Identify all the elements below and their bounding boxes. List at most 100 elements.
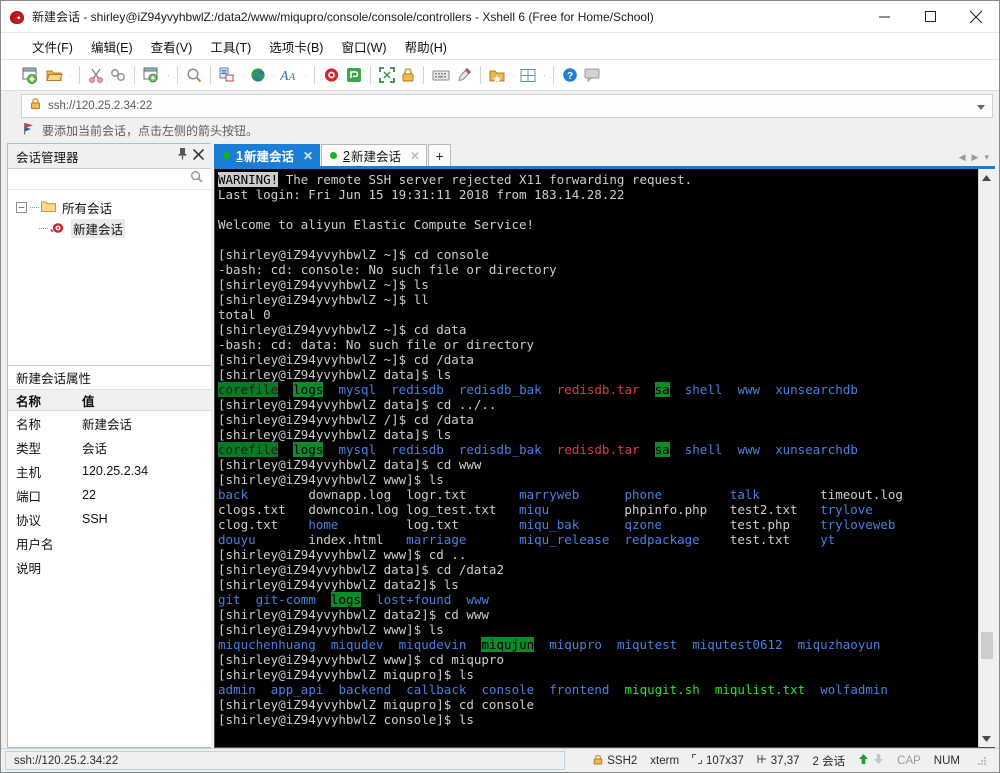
tab-close-icon[interactable]: ✕	[303, 149, 313, 163]
screen-size-icon	[691, 753, 703, 767]
terminal-segment	[361, 592, 376, 607]
keyboard-icon[interactable]	[429, 63, 453, 87]
session-search-row[interactable]	[8, 168, 211, 190]
tab-next-button[interactable]: ▶	[972, 152, 979, 163]
pin-icon[interactable]	[177, 147, 188, 165]
terminal-segment	[609, 532, 624, 547]
scrollbar-thumb[interactable]	[980, 632, 993, 660]
terminal-segment: corefile	[218, 442, 279, 457]
menu-help[interactable]: 帮助(H)	[396, 34, 456, 59]
terminal-segment: yt	[820, 532, 836, 547]
session-properties-icon[interactable]	[140, 63, 164, 87]
globe-icon[interactable]	[247, 63, 269, 87]
terminal-line: [shirley@iZ94yvyhbwlZ data2]$ cd www	[218, 607, 978, 622]
tree-node-all-sessions[interactable]: – 所有会话	[8, 197, 211, 218]
lock-icon[interactable]	[398, 63, 418, 87]
terminal-segment: redisdb_bak	[458, 442, 542, 457]
scrollbar-track[interactable]	[978, 186, 995, 730]
font-dropdown-icon[interactable]	[302, 63, 309, 87]
copy-link-icon[interactable]	[107, 63, 129, 87]
terminal-scrollbar[interactable]	[978, 169, 995, 747]
xftp-icon[interactable]	[343, 63, 365, 87]
terminal-segment	[444, 442, 459, 457]
close-button[interactable]	[953, 1, 999, 33]
chevron-down-icon[interactable]	[977, 97, 985, 115]
terminal-line: [shirley@iZ94yvyhbwlZ ~]$ cd /data	[218, 352, 978, 367]
globe-dropdown-icon[interactable]	[270, 63, 277, 87]
open-folder-icon[interactable]	[43, 63, 66, 87]
terminal-segment	[466, 682, 481, 697]
menu-tools[interactable]: 工具(T)	[201, 34, 260, 59]
terminal-segment: logs	[293, 442, 324, 457]
tab-label: 新建会话	[350, 150, 401, 164]
menu-file[interactable]: 文件(F)	[23, 34, 82, 59]
maximize-button[interactable]	[907, 1, 953, 33]
terminal-segment	[466, 487, 519, 502]
tab-prev-button[interactable]: ◀	[959, 152, 966, 163]
menu-view[interactable]: 查看(V)	[142, 34, 202, 59]
tab-session-1[interactable]: 1 新建会话 ✕	[214, 144, 321, 166]
terminal-line: miquchenhuang miqudev miqudevin miqujun …	[218, 637, 978, 652]
tab-menu-button[interactable]: ▾	[984, 152, 989, 163]
tab-close-icon[interactable]: ✕	[410, 149, 420, 163]
new-session-icon[interactable]	[19, 63, 43, 87]
properties-column-headers: 名称 值	[8, 389, 211, 411]
terminal-pane: 1 新建会话 ✕ 2 新建会话 ✕ + ◀ ▶ ▾ WARNING! The r…	[214, 143, 995, 748]
layout-dropdown-icon[interactable]	[541, 63, 548, 87]
cut-icon[interactable]	[85, 63, 107, 87]
minimize-button[interactable]	[861, 1, 907, 33]
menu-window[interactable]: 窗口(W)	[332, 34, 395, 59]
font-icon[interactable]: A A	[277, 63, 301, 87]
terminal-line: corefile logs mysql redisdb redisdb_bak …	[218, 382, 978, 397]
property-value: SSH	[82, 512, 108, 526]
session-folder-dropdown-icon[interactable]	[510, 63, 517, 87]
title-bar: 新建会话 - shirley@iZ94yvyhbwlZ:/data2/www/m…	[1, 1, 999, 33]
open-folder-dropdown-icon[interactable]	[67, 63, 74, 87]
terminal-segment: redpackage	[624, 532, 700, 547]
tree-node-new-session[interactable]: 新建会话	[8, 218, 211, 239]
layout-icon[interactable]	[517, 63, 540, 87]
help-icon[interactable]: ?	[559, 63, 581, 87]
new-tab-button[interactable]: +	[428, 144, 452, 166]
svg-text:A: A	[280, 69, 289, 83]
expander-icon[interactable]: –	[16, 202, 27, 213]
terminal-segment	[466, 532, 519, 547]
terminal-line: [shirley@iZ94yvyhbwlZ data]$ ls	[218, 427, 978, 442]
scroll-up-button[interactable]	[978, 169, 995, 186]
session-properties-dropdown-icon[interactable]	[165, 63, 172, 87]
terminal-segment: shell	[684, 442, 723, 457]
menu-edit[interactable]: 编辑(E)	[82, 34, 142, 59]
terminal-line: Last login: Fri Jun 15 19:31:11 2018 fro…	[218, 187, 978, 202]
terminal-segment: index.html	[308, 532, 384, 547]
terminal-output[interactable]: WARNING! The remote SSH server rejected …	[215, 169, 978, 747]
table-row: 说明	[8, 555, 211, 579]
transfer-file-icon[interactable]	[216, 63, 239, 87]
status-bar: ssh://120.25.2.34:22 SSH2 xterm 107x37 3…	[1, 748, 999, 772]
search-icon[interactable]	[190, 170, 203, 188]
fullscreen-icon[interactable]	[376, 63, 398, 87]
menu-tabs[interactable]: 选项卡(B)	[260, 34, 332, 59]
terminal-line: [shirley@iZ94yvyhbwlZ ~]$ ls	[218, 277, 978, 292]
terminal-segment: home	[308, 517, 339, 532]
flag-icon	[23, 122, 35, 140]
address-bar[interactable]: ssh://120.25.2.34:22	[21, 94, 993, 118]
terminal-line: [shirley@iZ94yvyhbwlZ console]$ ls	[218, 712, 978, 727]
tab-session-2[interactable]: 2 新建会话 ✕	[321, 144, 428, 166]
terminal-segment	[376, 382, 391, 397]
highlight-icon[interactable]	[453, 63, 475, 87]
table-row: 端口 22	[8, 483, 211, 507]
find-icon[interactable]	[183, 63, 205, 87]
terminal-segment: tryloveweb	[820, 517, 896, 532]
terminal-segment	[707, 502, 730, 517]
resize-grip-icon[interactable]	[977, 756, 987, 766]
close-icon[interactable]	[192, 147, 205, 165]
transfer-file-dropdown-icon[interactable]	[240, 63, 247, 87]
terminal-segment: downcoin.log	[308, 502, 399, 517]
terminal-segment: log_test.txt	[406, 502, 497, 517]
xshell-icon[interactable]	[320, 63, 343, 87]
scroll-down-button[interactable]	[978, 730, 995, 747]
terminal-segment	[376, 442, 391, 457]
terminal-segment: Welcome to aliyun Elastic Compute Servic…	[218, 217, 535, 232]
session-folder-icon[interactable]	[486, 63, 509, 87]
comment-icon[interactable]	[581, 63, 603, 87]
